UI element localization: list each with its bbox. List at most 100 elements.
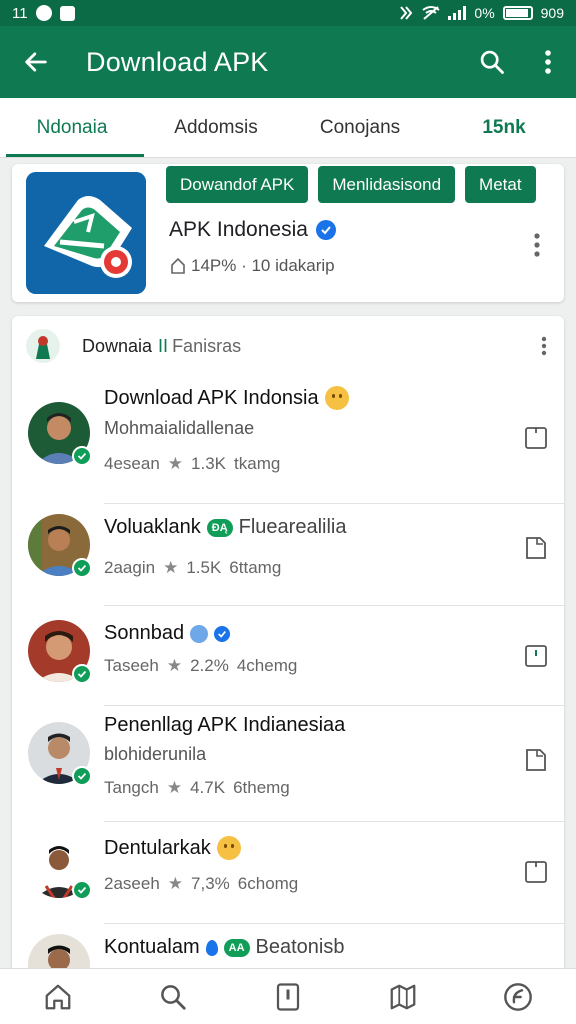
avatar bbox=[28, 514, 92, 578]
list-item[interactable]: Download APK Indonsia Mohmaialidallenae … bbox=[12, 376, 564, 504]
list-more-button[interactable] bbox=[524, 326, 564, 366]
bookmark-button[interactable] bbox=[522, 642, 550, 670]
verified-badge-icon bbox=[72, 880, 92, 900]
row-title-text: Sonnbad bbox=[104, 622, 185, 644]
row-title-text: Download APK Indonsia bbox=[104, 386, 319, 409]
copy-icon bbox=[526, 537, 546, 559]
row-stat-c: 4chemg bbox=[236, 656, 298, 675]
row-title-extra: Fluearealilia bbox=[238, 516, 347, 538]
nav-search[interactable] bbox=[145, 969, 201, 1024]
row-title: Penenllag APK Indianesiaa bbox=[104, 714, 345, 737]
row-stat-c: 6ttamg bbox=[229, 558, 282, 577]
wifi-off-icon bbox=[422, 6, 441, 20]
tab-15nk[interactable]: 15nk bbox=[432, 98, 576, 157]
row-title-text: Penenllag APK Indianesiaa bbox=[104, 714, 346, 736]
status-right-text-2: 909 bbox=[540, 5, 564, 21]
verified-badge-icon bbox=[72, 446, 92, 466]
signal-icon bbox=[448, 6, 467, 20]
download-list-card: Downaia II Fanisras Download APK Indonsia… bbox=[12, 316, 564, 976]
row-stat-b: 1.5K bbox=[186, 558, 222, 577]
nfc-icon bbox=[400, 6, 413, 20]
list-header-sub-text: Fanisras bbox=[172, 335, 242, 356]
row-title: Dentularkak bbox=[104, 836, 241, 860]
list-item[interactable]: Penenllag APK Indianesiaa blohiderunila … bbox=[12, 706, 564, 822]
list-header-sub: II Fanisras bbox=[158, 336, 241, 357]
row-subtitle: Mohmaialidallenae bbox=[104, 418, 255, 438]
search-icon bbox=[480, 50, 504, 74]
row-stats: 4esean ★ 1.3K tkamg bbox=[104, 454, 280, 474]
home-icon bbox=[45, 984, 70, 1009]
channel-icon bbox=[26, 329, 60, 363]
arrow-back-icon bbox=[25, 52, 47, 72]
chip-metat[interactable]: Metat bbox=[465, 166, 536, 203]
verified-icon bbox=[214, 625, 231, 642]
back-button[interactable] bbox=[0, 26, 72, 98]
app-bar: Download APK bbox=[0, 26, 576, 98]
row-stat-c: 6chomg bbox=[237, 874, 299, 893]
tab-addomsis[interactable]: Addomsis bbox=[144, 98, 288, 157]
bottom-nav bbox=[0, 968, 576, 1024]
page-title: Download APK bbox=[86, 46, 269, 77]
star-icon: ★ bbox=[167, 874, 184, 893]
app-card-more-button[interactable] bbox=[522, 230, 552, 260]
verified-badge-icon bbox=[72, 766, 92, 786]
verified-badge-icon bbox=[72, 558, 92, 578]
row-title: Sonnbad bbox=[104, 622, 231, 645]
bookmark-icon bbox=[525, 427, 547, 449]
row-stat-a: Tangch bbox=[104, 778, 159, 797]
bookmark-icon bbox=[525, 861, 547, 883]
row-title-text: Dentularkak bbox=[104, 836, 211, 859]
battery-icon bbox=[502, 6, 533, 20]
row-stats: Tangch ★ 4.7K 6themg bbox=[104, 778, 290, 798]
avatar bbox=[28, 836, 92, 900]
row-stat-b: 2.2% bbox=[190, 656, 229, 675]
app-card[interactable]: Dowandof APK Menlidasisond Metat APK Ind… bbox=[12, 164, 564, 302]
tab-ndonaia[interactable]: Ndonaia bbox=[0, 98, 144, 157]
avatar bbox=[28, 402, 92, 466]
row-stats: 2aagin ★ 1.5K 6ttamg bbox=[104, 558, 281, 578]
chip-download-apk[interactable]: Dowandof APK bbox=[166, 166, 309, 203]
install-icon bbox=[171, 257, 185, 274]
star-icon: ★ bbox=[166, 778, 183, 797]
apk-logo-icon bbox=[26, 172, 146, 294]
tab-conojans[interactable]: Conojans bbox=[288, 98, 432, 157]
list-item[interactable]: Sonnbad Taseeh ★ 2.2% 4chemg bbox=[12, 606, 564, 706]
bookmark-button[interactable] bbox=[522, 746, 550, 774]
bookmark-button[interactable] bbox=[522, 858, 550, 886]
list-header-title: Downaia bbox=[82, 335, 153, 356]
row-stat-b: 4.7K bbox=[190, 778, 226, 797]
smile-emoji-icon bbox=[216, 836, 241, 860]
more-vert-icon bbox=[541, 336, 547, 356]
list-item[interactable]: Dentularkak 2aseeh ★ 7,3% 6chomg bbox=[12, 822, 564, 924]
notification-icon bbox=[35, 5, 52, 21]
bookmark-icon bbox=[525, 645, 547, 667]
row-title: Download APK Indonsia bbox=[104, 386, 349, 410]
app-notification-icon bbox=[59, 5, 75, 21]
search-button[interactable] bbox=[464, 26, 520, 98]
row-stat-b: 1.3K bbox=[191, 454, 227, 473]
verified-badge-icon bbox=[72, 664, 92, 684]
nav-map[interactable] bbox=[375, 969, 431, 1024]
map-icon bbox=[390, 984, 416, 1009]
row-title: Kontualam AA Beatonisb bbox=[104, 936, 344, 959]
library-icon bbox=[276, 982, 300, 1011]
chip-row: Dowandof APK Menlidasisond Metat bbox=[166, 166, 536, 203]
list-item[interactable]: Voluaklank ĐĄ Fluearealilia 2aagin ★ 1.5… bbox=[12, 504, 564, 606]
app-logo bbox=[26, 172, 146, 294]
bookmark-button[interactable] bbox=[522, 534, 550, 562]
copy-icon bbox=[526, 749, 546, 771]
nav-home[interactable] bbox=[30, 969, 86, 1024]
status-bar: 11 0% 909 bbox=[0, 0, 576, 26]
app-meta: 14P% · 10 idakarip bbox=[169, 256, 335, 276]
drop-icon bbox=[205, 939, 218, 956]
row-badge: AA bbox=[223, 938, 250, 957]
nav-discover[interactable] bbox=[490, 969, 546, 1024]
chip-menlidasisond[interactable]: Menlidasisond bbox=[318, 166, 456, 203]
row-stat-a: 2aseeh bbox=[104, 874, 160, 893]
bookmark-button[interactable] bbox=[522, 424, 550, 452]
overflow-menu-button[interactable] bbox=[520, 26, 576, 98]
nav-library[interactable] bbox=[260, 969, 316, 1024]
row-stat-a: 2aagin bbox=[104, 558, 156, 577]
row-stat-c: 6themg bbox=[233, 778, 290, 797]
star-icon: ★ bbox=[167, 454, 184, 473]
